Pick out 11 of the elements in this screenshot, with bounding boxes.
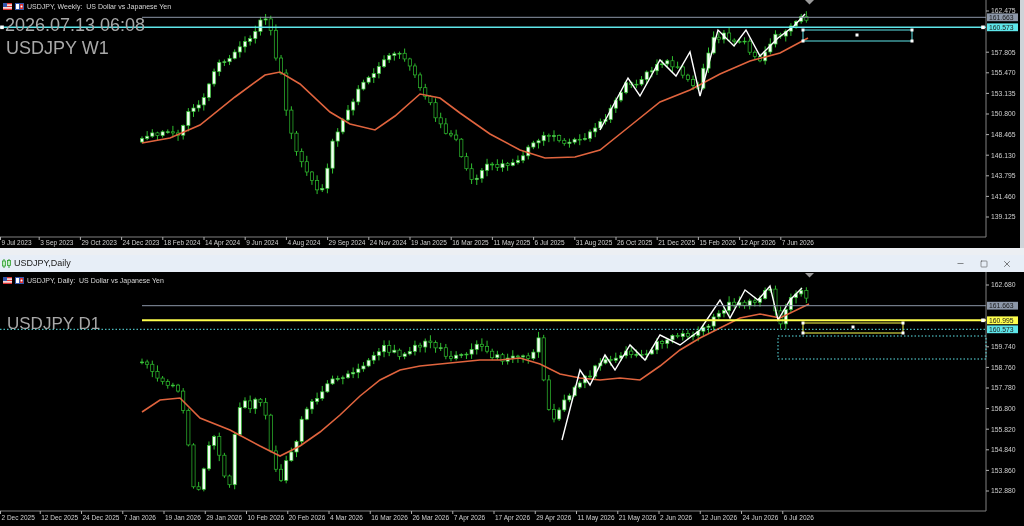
- symbol-timeframe-label: USDJPY W1: [6, 39, 109, 57]
- maximize-icon: [979, 259, 988, 268]
- flag-icon: [15, 3, 24, 10]
- flag-icon: [3, 3, 12, 10]
- symbol-timeframe-label: USDJPY D1: [7, 315, 101, 332]
- candlestick-icon: [2, 259, 11, 268]
- window-title: USDJPY,Daily: [14, 259, 71, 268]
- flag-icon: [3, 277, 12, 284]
- close-icon: [1001, 258, 1012, 269]
- chart-shift-marker-icon[interactable]: [805, 0, 814, 5]
- flag-icon: [15, 277, 24, 284]
